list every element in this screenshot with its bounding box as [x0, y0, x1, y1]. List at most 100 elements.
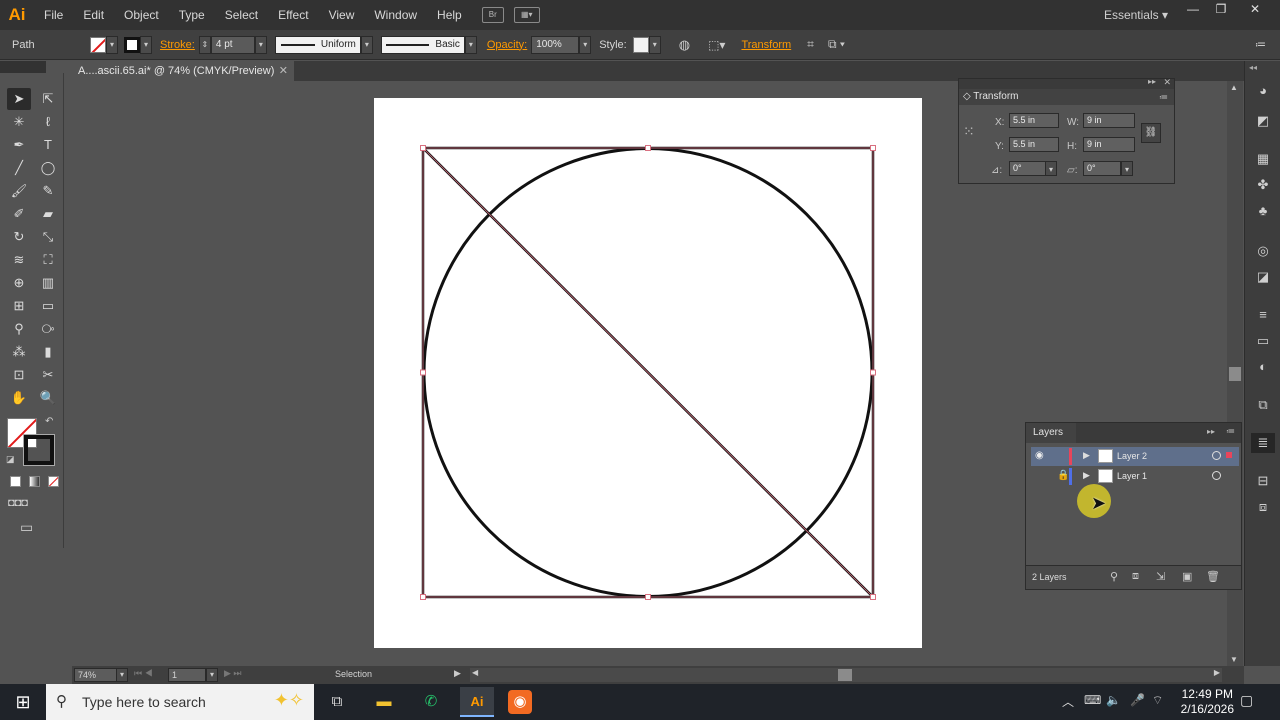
profile-dropdown-icon[interactable]: ▾: [360, 35, 373, 54]
graphic-styles-icon[interactable]: ◪: [1253, 267, 1273, 287]
lock-icon[interactable]: 🔒: [1057, 470, 1069, 481]
handle-top-right[interactable]: [870, 145, 876, 151]
line-tool-icon[interactable]: ╱: [7, 157, 31, 179]
volume-icon[interactable]: 🔈: [1106, 693, 1121, 707]
blend-tool-icon[interactable]: ⧂: [36, 318, 60, 340]
brushes-panel-icon[interactable]: ✤: [1253, 175, 1273, 195]
vertical-scroll-thumb[interactable]: [1229, 367, 1241, 381]
transform-tab[interactable]: ◇ Transform ≔: [959, 89, 1174, 105]
artboard[interactable]: [374, 98, 922, 648]
scale-tool-icon[interactable]: ⤡: [36, 226, 60, 248]
microphone-icon[interactable]: 🎤: [1130, 693, 1145, 707]
hand-tool-icon[interactable]: ✋: [7, 387, 31, 409]
new-layer-icon[interactable]: ▣: [1182, 570, 1192, 583]
menu-object[interactable]: Object: [114, 0, 169, 30]
tray-chevron-icon[interactable]: ︿: [1062, 693, 1074, 710]
rotate-tool-icon[interactable]: ↻: [7, 226, 31, 248]
menu-view[interactable]: View: [319, 0, 365, 30]
ellipse-tool-icon[interactable]: ◯: [36, 157, 60, 179]
layers-panel-header[interactable]: Layers ▸▸ ≔: [1026, 423, 1241, 443]
zoom-dropdown-icon[interactable]: ▾: [116, 668, 128, 682]
layers-collapse-icon[interactable]: ▸▸: [1207, 427, 1215, 436]
wifi-icon[interactable]: ⌔: [1152, 693, 1163, 708]
target-circle-icon[interactable]: [1212, 471, 1221, 480]
direct-selection-tool-icon[interactable]: ⇱: [36, 88, 60, 110]
transform-close-icon[interactable]: ✕: [1163, 77, 1171, 88]
opacity-dropdown-icon[interactable]: ▾: [579, 35, 592, 54]
free-transform-tool-icon[interactable]: ⛶: [36, 249, 60, 271]
w-field[interactable]: 9 in: [1083, 113, 1135, 128]
menu-select[interactable]: Select: [215, 0, 268, 30]
menu-window[interactable]: Window: [364, 0, 427, 30]
scroll-right-icon[interactable]: ▶: [1214, 668, 1220, 677]
variable-width-profile[interactable]: Uniform: [274, 35, 361, 54]
h-field[interactable]: 9 in: [1083, 137, 1135, 152]
layers-tab[interactable]: Layers: [1026, 423, 1076, 443]
artboard-tool-icon[interactable]: ⊡: [7, 364, 31, 386]
file-explorer-icon[interactable]: ▬: [369, 687, 399, 717]
fill-swatch[interactable]: [90, 36, 106, 53]
menu-help[interactable]: Help: [427, 0, 472, 30]
magic-wand-tool-icon[interactable]: ✳: [7, 111, 31, 133]
collapse-dock-icon[interactable]: ◂◂: [1249, 63, 1257, 72]
menu-file[interactable]: File: [34, 0, 73, 30]
scroll-up-icon[interactable]: ▲: [1230, 83, 1238, 92]
pathfinder-panel-icon[interactable]: ⧈: [1253, 497, 1273, 517]
eraser-tool-icon[interactable]: ▰: [36, 203, 60, 225]
layer-row[interactable]: 🔒 ▶ Layer 1: [1031, 467, 1239, 486]
selected-art-indicator[interactable]: [1226, 452, 1232, 458]
notifications-icon[interactable]: ▢: [1240, 692, 1253, 709]
transform-link[interactable]: Transform: [741, 39, 791, 51]
stroke-panel-icon[interactable]: ≡: [1253, 305, 1273, 325]
opacity-link[interactable]: Opacity:: [487, 39, 527, 51]
shear-field[interactable]: 0°: [1083, 161, 1121, 176]
taskbar-search-box[interactable]: ⚲ Type here to search ✦✧: [46, 684, 314, 720]
document-tab[interactable]: A....ascii.65.ai* @ 74% (CMYK/Preview) ✕: [72, 61, 294, 81]
close-window-icon[interactable]: ✕: [1238, 0, 1272, 18]
rotate-field[interactable]: 0°: [1009, 161, 1047, 176]
task-view-icon[interactable]: ⧉: [322, 687, 352, 717]
panel-menu-icon[interactable]: ≔: [1255, 38, 1266, 51]
paintbrush-tool-icon[interactable]: 🖌: [7, 180, 31, 202]
stroke-swatch[interactable]: [124, 36, 140, 53]
layers-panel-icon[interactable]: ≣: [1251, 433, 1275, 453]
arrange-documents-icon[interactable]: ▦▾: [513, 7, 540, 23]
pen-tool-icon[interactable]: ✒: [7, 134, 31, 156]
align-panel-icon[interactable]: ⊟: [1253, 471, 1273, 491]
scroll-down-icon[interactable]: ▼: [1230, 655, 1238, 664]
align-icon[interactable]: ⬚▾: [708, 38, 725, 52]
symbol-sprayer-tool-icon[interactable]: ⁂: [7, 341, 31, 363]
handle-top-left[interactable]: [420, 145, 426, 151]
isolate-icon[interactable]: ⌗: [807, 37, 814, 52]
restore-icon[interactable]: ❐: [1204, 0, 1238, 18]
layers-menu-icon[interactable]: ≔: [1226, 426, 1235, 437]
rotate-dropdown-icon[interactable]: ▾: [1045, 161, 1057, 176]
gradient-mode-icon[interactable]: [29, 476, 40, 487]
gradient-panel-icon[interactable]: ▭: [1253, 331, 1273, 351]
bridge-button[interactable]: Br: [481, 7, 504, 23]
x-field[interactable]: 5.5 in: [1009, 113, 1059, 128]
selection-tool-icon[interactable]: ➤: [7, 88, 31, 110]
screen-mode-icon[interactable]: ▭: [20, 519, 33, 536]
column-graph-tool-icon[interactable]: ▮: [36, 341, 60, 363]
arrange-icon[interactable]: ⧉ ▾: [828, 37, 845, 52]
horizontal-scroll-thumb[interactable]: [838, 669, 852, 681]
workspace-switcher[interactable]: Essentials ▾: [1104, 0, 1168, 30]
y-field[interactable]: 5.5 in: [1009, 137, 1059, 152]
status-menu-icon[interactable]: ▶: [454, 668, 461, 679]
style-swatch[interactable]: [632, 36, 649, 53]
stroke-weight-field[interactable]: 4 pt: [210, 35, 255, 54]
scroll-left-icon[interactable]: ◀: [472, 668, 478, 677]
mesh-tool-icon[interactable]: ⊞: [7, 295, 31, 317]
layer-name[interactable]: Layer 1: [1117, 471, 1147, 481]
slice-tool-icon[interactable]: ✂: [36, 364, 60, 386]
clipping-mask-icon[interactable]: ⧈: [1132, 570, 1139, 583]
stroke-color-dropdown-icon[interactable]: ▾: [140, 35, 152, 54]
gradient-tool-icon[interactable]: ▭: [36, 295, 60, 317]
last-artboard-icon[interactable]: ▶ ⏭: [224, 668, 242, 679]
handle-top-center[interactable]: [645, 145, 651, 151]
layer-name[interactable]: Layer 2: [1117, 451, 1147, 461]
shear-dropdown-icon[interactable]: ▾: [1121, 161, 1133, 176]
new-sublayer-icon[interactable]: ⇲: [1156, 570, 1165, 583]
target-circle-icon[interactable]: [1212, 451, 1221, 460]
